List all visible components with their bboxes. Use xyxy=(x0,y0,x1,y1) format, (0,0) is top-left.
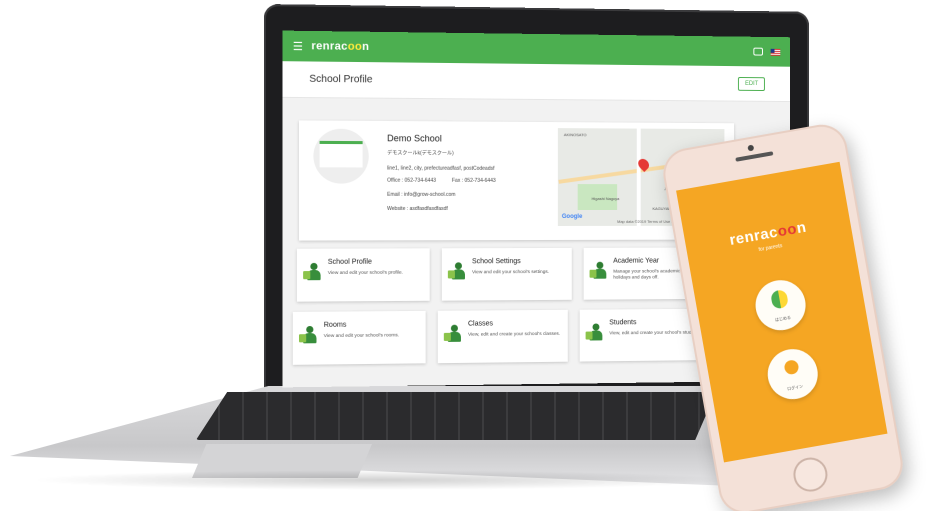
map-label-higashi: Higashi Nagoya xyxy=(591,196,620,202)
school-fax: Fax : 052-734-6443 xyxy=(451,177,496,184)
user-gear-icon xyxy=(589,261,608,280)
tile-title: Academic Year xyxy=(613,257,659,265)
tile-description: View, edit and create your school's clas… xyxy=(468,331,561,338)
phone-screen: renracoon for parents はじめる ログイン xyxy=(676,161,888,463)
beginner-leaf-icon xyxy=(770,289,789,310)
gear-icon xyxy=(298,325,317,344)
start-button-caption: はじめる xyxy=(774,314,792,323)
tile-title: Rooms xyxy=(323,321,347,329)
school-name: Demo School xyxy=(387,133,442,144)
school-website: Website : asdfasdfasdfasdf xyxy=(387,205,448,213)
school-kana: デモスクールk(デモスクール) xyxy=(387,150,454,157)
map-label-akinosato: AKINOSATO xyxy=(563,132,587,138)
school-address: line1, line2, city, prefectureadfasf, po… xyxy=(387,165,495,172)
phone-camera xyxy=(747,144,755,152)
start-button[interactable]: はじめる xyxy=(751,276,810,335)
tile-description: View and edit your school's settings. xyxy=(472,269,550,276)
us-flag-icon[interactable] xyxy=(770,48,781,56)
home-button[interactable] xyxy=(790,454,831,495)
chat-icon[interactable] xyxy=(753,47,763,56)
menu-icon[interactable]: ☰ xyxy=(293,39,305,52)
user-lock-icon xyxy=(447,262,466,280)
login-button-caption: ログイン xyxy=(786,383,804,392)
page-header: School Profile EDIT xyxy=(282,61,790,103)
tile-rooms[interactable]: Rooms View and edit your school's rooms. xyxy=(292,310,426,365)
page-title: School Profile xyxy=(309,73,373,86)
tile-school-profile[interactable]: School Profile View and edit your school… xyxy=(296,248,430,302)
login-icon xyxy=(782,358,801,379)
tile-school-settings[interactable]: School Settings View and edit your schoo… xyxy=(441,247,572,301)
phone-speaker xyxy=(735,151,774,162)
tile-title: Classes xyxy=(468,320,493,328)
tile-classes[interactable]: Classes View, edit and create your schoo… xyxy=(437,309,568,364)
tile-title: School Settings xyxy=(472,258,521,266)
user-badge-icon xyxy=(585,323,604,341)
login-button[interactable]: ログイン xyxy=(763,345,822,404)
brand-logo: renracoon xyxy=(311,40,370,54)
tile-description: View and edit your school's profile. xyxy=(327,270,403,277)
user-lock-icon xyxy=(443,324,462,343)
school-logo xyxy=(313,128,369,184)
tile-description: View and edit your school's rooms. xyxy=(323,333,400,340)
tile-description: View, edit and create your school's stud… xyxy=(609,330,702,337)
school-office-phone: Office : 052-734-6443 xyxy=(387,177,437,184)
school-email: Email : info@grow-school.com xyxy=(387,191,456,198)
google-logo: Google xyxy=(561,213,583,220)
laptop-shadow xyxy=(30,470,730,490)
tile-title: School Profile xyxy=(327,258,373,266)
edit-button[interactable]: EDIT xyxy=(738,76,765,91)
laptop-keyboard xyxy=(196,392,716,440)
tile-title: Students xyxy=(609,319,637,327)
marketing-stage: ☰ renracoon School Profile EDIT Demo Sch… xyxy=(0,0,927,511)
user-badge-icon xyxy=(303,262,321,281)
